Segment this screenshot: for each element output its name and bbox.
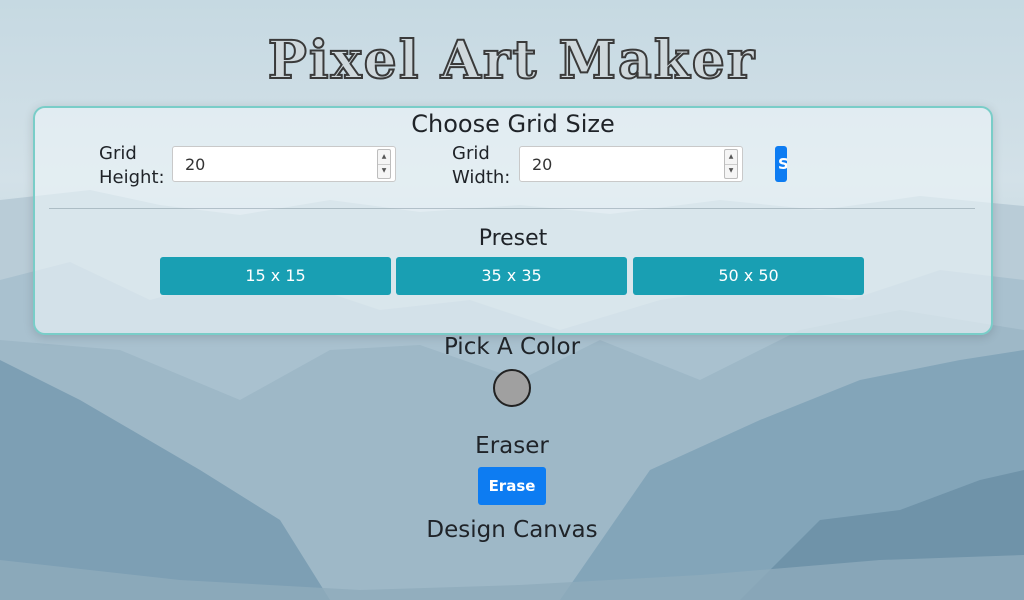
preset-15-button[interactable]: 15 x 15 xyxy=(160,257,391,295)
decrement-icon[interactable]: ▼ xyxy=(725,164,737,178)
divider xyxy=(49,208,975,209)
grid-height-spinner[interactable]: ▲ ▼ xyxy=(377,149,391,179)
grid-width-value: 20 xyxy=(532,155,553,174)
grid-height-label-line2: Height: xyxy=(99,167,165,188)
grid-size-panel: Choose Grid Size Grid Height: 20 ▲ ▼ Gri… xyxy=(33,106,993,335)
preset-35-button[interactable]: 35 x 35 xyxy=(396,257,627,295)
submit-grid-button[interactable]: S xyxy=(775,146,787,182)
preset-50-button[interactable]: 50 x 50 xyxy=(633,257,864,295)
grid-width-spinner[interactable]: ▲ ▼ xyxy=(724,149,738,179)
eraser-heading: Eraser xyxy=(475,433,549,459)
grid-height-label: Grid Height: xyxy=(99,142,165,190)
grid-height-input[interactable]: 20 ▲ ▼ xyxy=(172,146,396,182)
design-canvas-heading: Design Canvas xyxy=(426,517,598,543)
page-title: Pixel Art Maker xyxy=(267,29,757,92)
grid-width-label-line1: Grid xyxy=(452,143,490,164)
decrement-icon[interactable]: ▼ xyxy=(378,164,390,178)
grid-height-value: 20 xyxy=(185,155,206,174)
increment-icon[interactable]: ▲ xyxy=(725,150,737,165)
color-picker[interactable] xyxy=(493,369,531,407)
erase-button[interactable]: Erase xyxy=(478,467,546,505)
grid-height-label-line1: Grid xyxy=(99,143,137,164)
preset-heading: Preset xyxy=(478,226,548,251)
increment-icon[interactable]: ▲ xyxy=(378,150,390,165)
pick-color-heading: Pick A Color xyxy=(443,334,581,360)
grid-width-label: Grid Width: xyxy=(452,142,510,190)
grid-width-label-line2: Width: xyxy=(452,167,511,188)
grid-size-heading: Choose Grid Size xyxy=(411,110,615,138)
grid-width-input[interactable]: 20 ▲ ▼ xyxy=(519,146,743,182)
